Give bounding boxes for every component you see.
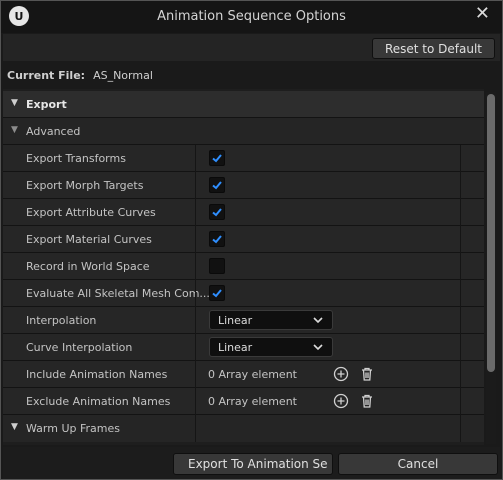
row-export-attribute-curves: Export Attribute Curves <box>3 199 484 226</box>
triangle-down-icon: ▼ <box>11 98 18 108</box>
evaluate-all-skeletal-checkbox[interactable] <box>209 285 225 301</box>
checkmark-icon <box>212 181 222 190</box>
export-to-animation-sequence-button[interactable]: Export To Animation Se <box>173 453 333 475</box>
interpolation-label: Interpolation <box>26 314 97 327</box>
include-animation-names-label: Include Animation Names <box>26 368 168 381</box>
curve-interpolation-label: Curve Interpolation <box>26 341 133 354</box>
triangle-down-icon: ▼ <box>11 125 18 135</box>
section-export[interactable]: ▼ Export <box>3 91 484 118</box>
chevron-down-icon <box>313 317 323 324</box>
row-curve-interpolation: Curve Interpolation Linear <box>3 334 484 361</box>
section-warm-up-frames-label: Warm Up Frames <box>26 422 120 435</box>
exclude-animation-names-value: 0 Array element <box>208 395 297 408</box>
window-title: Animation Sequence Options <box>157 9 346 24</box>
trash-icon[interactable] <box>359 393 375 409</box>
details-panel: ▼ Export ▼ Advanced Export Transforms Ex… <box>3 89 484 445</box>
include-animation-names-value: 0 Array element <box>208 368 297 381</box>
export-morph-targets-checkbox[interactable] <box>209 177 225 193</box>
scrollbar-thumb[interactable] <box>487 94 495 372</box>
row-interpolation: Interpolation Linear <box>3 307 484 334</box>
export-attribute-curves-checkbox[interactable] <box>209 204 225 220</box>
add-element-icon[interactable] <box>333 366 349 382</box>
export-transforms-checkbox[interactable] <box>209 150 225 166</box>
current-file-value: AS_Normal <box>93 69 153 82</box>
chevron-down-icon <box>313 344 323 351</box>
title-bar: U Animation Sequence Options ✕ <box>1 1 502 33</box>
row-evaluate-all-skeletal: Evaluate All Skeletal Mesh Com... <box>3 280 484 307</box>
vertical-scrollbar[interactable] <box>486 92 496 444</box>
export-morph-targets-label: Export Morph Targets <box>26 179 144 192</box>
checkmark-icon <box>212 235 222 244</box>
triangle-down-icon: ▼ <box>11 422 18 432</box>
evaluate-all-skeletal-label: Evaluate All Skeletal Mesh Com... <box>26 287 210 300</box>
checkmark-icon <box>212 289 222 298</box>
interpolation-dropdown[interactable]: Linear <box>209 310 333 330</box>
row-export-material-curves: Export Material Curves <box>3 226 484 253</box>
cancel-button[interactable]: Cancel <box>338 453 498 475</box>
export-attribute-curves-label: Export Attribute Curves <box>26 206 156 219</box>
current-file-label: Current File: <box>7 69 86 82</box>
curve-interpolation-dropdown[interactable]: Linear <box>209 337 333 357</box>
section-advanced-label: Advanced <box>26 125 81 138</box>
curve-interpolation-value: Linear <box>218 341 253 354</box>
row-export-transforms: Export Transforms <box>3 145 484 172</box>
record-in-world-space-label: Record in World Space <box>26 260 150 273</box>
row-include-animation-names: Include Animation Names 0 Array element <box>3 361 484 388</box>
interpolation-value: Linear <box>218 314 253 327</box>
add-element-icon[interactable] <box>333 393 349 409</box>
reset-to-default-button[interactable]: Reset to Default <box>372 38 495 59</box>
checkmark-icon <box>212 154 222 163</box>
exclude-animation-names-label: Exclude Animation Names <box>26 395 171 408</box>
section-advanced[interactable]: ▼ Advanced <box>3 118 484 145</box>
row-export-morph-targets: Export Morph Targets <box>3 172 484 199</box>
current-file: Current File: AS_Normal <box>7 69 153 82</box>
record-in-world-space-checkbox[interactable] <box>209 258 225 274</box>
close-icon[interactable]: ✕ <box>475 3 490 24</box>
export-transforms-label: Export Transforms <box>26 152 126 165</box>
section-export-label: Export <box>26 98 67 111</box>
export-material-curves-label: Export Material Curves <box>26 233 152 246</box>
export-material-curves-checkbox[interactable] <box>209 231 225 247</box>
row-record-in-world-space: Record in World Space <box>3 253 484 280</box>
section-warm-up-frames[interactable]: ▼ Warm Up Frames <box>3 415 484 442</box>
trash-icon[interactable] <box>359 366 375 382</box>
row-exclude-animation-names: Exclude Animation Names 0 Array element <box>3 388 484 415</box>
checkmark-icon <box>212 208 222 217</box>
